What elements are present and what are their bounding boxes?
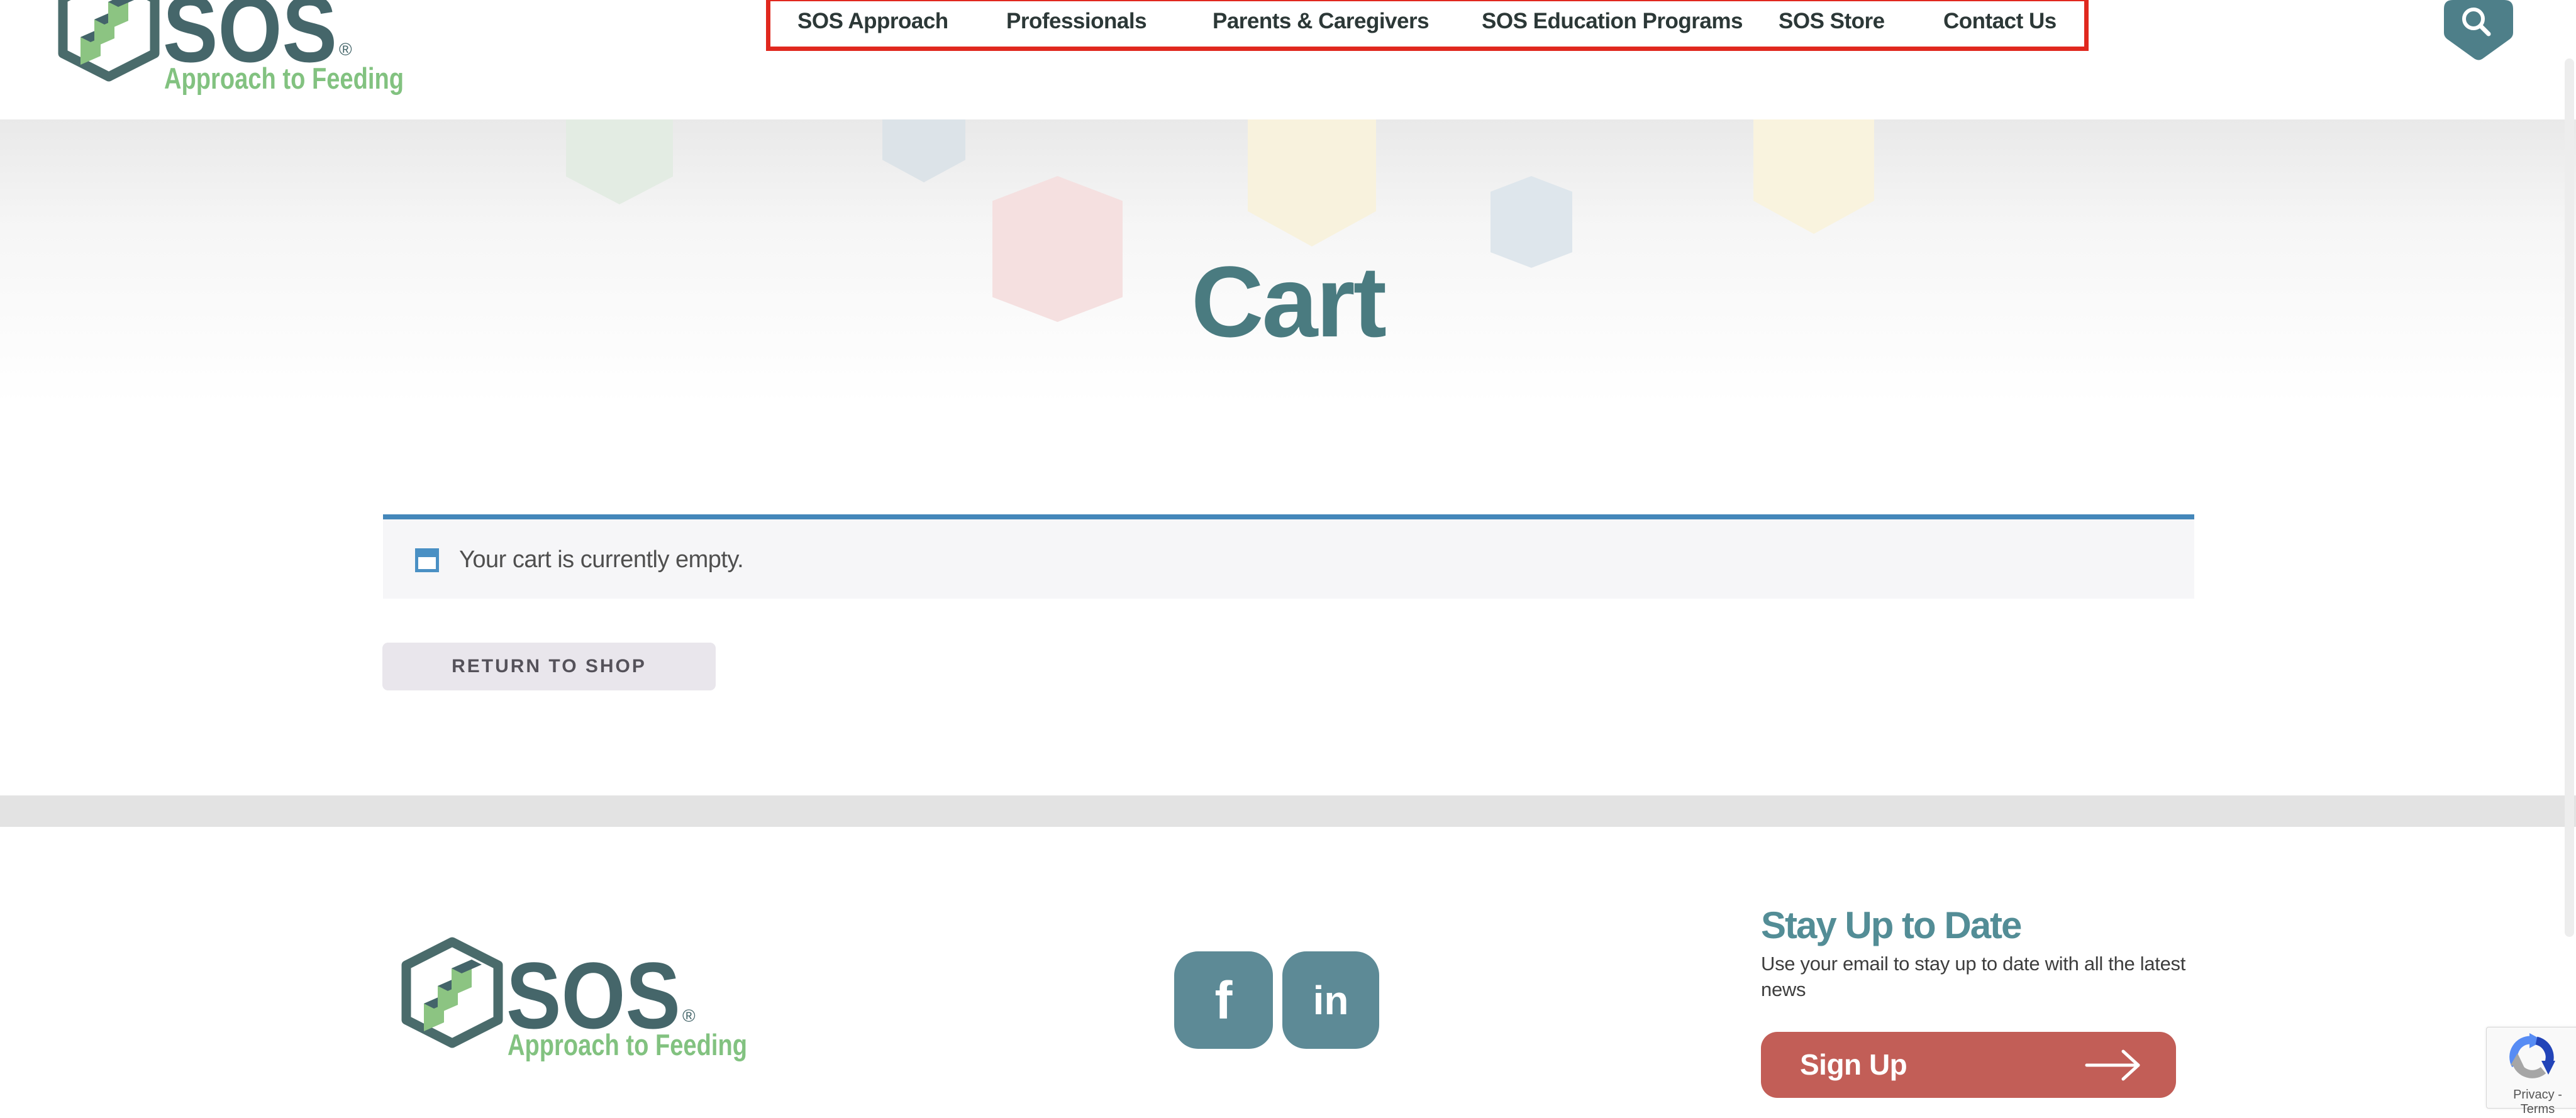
nav-professionals[interactable]: Professionals — [1006, 8, 1146, 35]
scrollbar-thumb[interactable] — [2565, 58, 2574, 937]
sign-up-label: Sign Up — [1800, 1032, 1907, 1098]
page-title: Cart — [0, 252, 2576, 352]
section-divider — [0, 795, 2576, 827]
decor-hexagon-green — [566, 119, 673, 204]
decor-hexagon-yellow-right — [1753, 119, 1874, 234]
right-arrow-icon — [2083, 1047, 2146, 1083]
site-logo[interactable]: SOS ® Approach to Feeding — [52, 0, 404, 95]
facebook-button[interactable]: f — [1174, 951, 1273, 1049]
nav-contact-us[interactable]: Contact Us — [1943, 8, 2057, 35]
empty-cart-icon — [415, 548, 439, 572]
return-to-shop-button[interactable]: RETURN TO SHOP — [382, 643, 716, 690]
registered-mark: ® — [339, 40, 352, 59]
cart-empty-message: Your cart is currently empty. — [459, 546, 743, 573]
recaptcha-logo-icon — [2507, 1032, 2557, 1083]
newsletter-heading: Stay Up to Date — [1761, 905, 2021, 946]
newsletter-description: Use your email to stay up to date with a… — [1761, 951, 2216, 1002]
recaptcha-badge[interactable]: Privacy - Terms — [2486, 1027, 2576, 1109]
search-icon — [2444, 0, 2513, 60]
site-header: SOS ® Approach to Feeding SOS Approach P… — [0, 0, 2576, 119]
nav-sos-education-programs[interactable]: SOS Education Programs — [1482, 8, 1743, 35]
nav-sos-approach[interactable]: SOS Approach — [797, 8, 948, 35]
facebook-icon: f — [1215, 971, 1233, 1030]
footer-logo[interactable]: SOS ® Approach to Feeding — [395, 936, 747, 1061]
nav-sos-store[interactable]: SOS Store — [1779, 8, 1885, 35]
decor-hexagon-slate — [882, 119, 965, 182]
search-button[interactable] — [2444, 0, 2513, 60]
linkedin-button[interactable]: in — [1282, 951, 1379, 1049]
recaptcha-privacy-terms[interactable]: Privacy - Terms — [2497, 1088, 2576, 1117]
footer-registered-mark: ® — [682, 1006, 696, 1026]
decor-hexagon-yellow — [1248, 119, 1376, 246]
linkedin-icon: in — [1313, 978, 1349, 1023]
sos-shield-icon — [406, 942, 498, 1043]
hero-section: Cart — [0, 119, 2576, 795]
sign-up-button[interactable]: Sign Up — [1761, 1032, 2176, 1098]
sos-shield-icon — [63, 0, 155, 77]
footer-logo-tagline: Approach to Feeding — [508, 1028, 747, 1061]
empty-cart-icon-band — [418, 551, 436, 557]
nav-parents-caregivers[interactable]: Parents & Caregivers — [1213, 8, 1429, 35]
logo-tagline: Approach to Feeding — [164, 62, 404, 95]
